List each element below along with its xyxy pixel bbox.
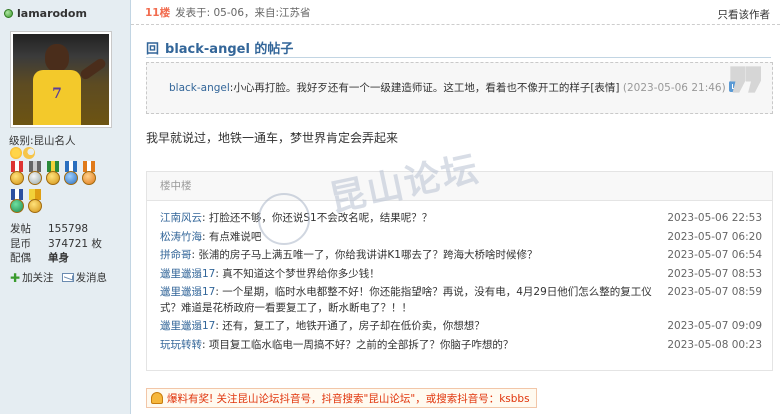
user-level: 级别:昆山名人 bbox=[9, 133, 76, 148]
user-panel: lamarodom 7 级别:昆山名人 发帖 155798 昆币 374721 枚 … bbox=[0, 0, 131, 414]
sub-reply-row: 江南风云: 打脸还不够，你还说S1不会改名呢，结果呢？？ 2023-05-06 … bbox=[160, 211, 762, 227]
stat-coins: 昆币 374721 枚 bbox=[10, 237, 102, 250]
post-info: 发表于: 05-06，来自:江苏省 bbox=[175, 6, 311, 19]
sub-replies-header: 楼中楼 bbox=[147, 172, 772, 201]
sun-icon bbox=[10, 147, 22, 159]
sub-reply-time: 2023-05-07 06:20 bbox=[667, 230, 762, 243]
promo-text: 爆料有奖! 关注昆山论坛抖音号，抖音搜索"昆山论坛"，或搜索抖音号：ksbbs bbox=[167, 392, 530, 405]
medal-icon[interactable] bbox=[45, 161, 61, 187]
sub-reply-row: 邋里邋遢17: 还有，复工了，地铁开通了，房子却在低价卖，你想想？ 2023-0… bbox=[160, 319, 762, 335]
user-name-row: lamarodom bbox=[4, 5, 87, 21]
medal-icon[interactable] bbox=[27, 189, 43, 215]
sub-reply-time: 2023-05-07 09:09 bbox=[667, 320, 762, 332]
sub-reply-row: 玩玩转转: 项目复工临水临电一周搞不好？之前的全部拆了？你脑子咋想的？ 2023… bbox=[160, 338, 762, 354]
sub-reply-time: 2023-05-06 22:53 bbox=[667, 212, 762, 224]
sub-reply-row: 邋里邋遢17: 一个星期，临时水电都整不好！你还能指望啥？再说，没有电，4月29… bbox=[160, 285, 762, 316]
post-header: 11楼 发表于: 05-06，来自:江苏省 只看该作者 bbox=[131, 0, 780, 25]
reply-title: 回 black-angel 的帖子 bbox=[146, 38, 293, 57]
quote-text: :小心再打脸。我好歹还有一个一级建造师证。这工地，看着也不像开工的样子[表情] bbox=[229, 82, 620, 94]
sub-reply-text: : 真不知道这个梦世界给你多少钱！ bbox=[215, 267, 380, 280]
medal-icon[interactable] bbox=[27, 161, 43, 187]
medal-icon[interactable] bbox=[9, 189, 25, 215]
sub-reply-text: : 打脸还不够，你还说S1不会改名呢，结果呢？？ bbox=[202, 212, 433, 224]
sub-reply-row: 邋里邋遢17: 真不知道这个梦世界给你多少钱！ 2023-05-07 08:53 bbox=[160, 267, 762, 283]
avatar[interactable]: 7 bbox=[10, 31, 112, 128]
user-actions: ✚ 加关注 发消息 bbox=[10, 270, 107, 285]
quote-mark-icon: ❞ bbox=[727, 52, 766, 137]
online-status-icon bbox=[4, 8, 13, 18]
sub-reply-time: 2023-05-07 06:54 bbox=[667, 249, 762, 261]
floor-number[interactable]: 11楼 bbox=[145, 5, 170, 20]
sub-reply-text: : 张浦的房子马上满五唯一了，你给我讲讲K1哪去了？跨海大桥啥时候修？ bbox=[191, 249, 538, 261]
sub-reply-text: : 还有，复工了，地铁开通了，房子却在低价卖，你想想？ bbox=[215, 320, 485, 332]
level-label: 级别: bbox=[9, 135, 34, 147]
plus-icon: ✚ bbox=[10, 270, 21, 285]
medal-icon[interactable] bbox=[63, 161, 79, 187]
sub-reply-text: : 有点难说吧 bbox=[202, 230, 262, 243]
stat-posts: 发帖 155798 bbox=[10, 223, 89, 235]
reply-title-prefix: 回 bbox=[146, 42, 160, 57]
divider bbox=[146, 57, 771, 58]
quote-block: black-angel:小心再打脸。我好歹还有一个一级建造师证。这工地，看着也不… bbox=[146, 59, 773, 131]
envelope-icon bbox=[61, 273, 74, 282]
sub-reply-author[interactable]: 邋里邋遢17 bbox=[160, 268, 215, 280]
medal-icon[interactable] bbox=[81, 161, 97, 187]
user-stats: 发帖 155798 昆币 374721 枚 配偶 单身 bbox=[10, 222, 102, 266]
medal-icon[interactable] bbox=[9, 161, 25, 187]
bell-icon bbox=[151, 392, 163, 404]
level-stars bbox=[10, 147, 35, 159]
follow-button[interactable]: ✚ 加关注 bbox=[10, 270, 54, 285]
sub-reply-row: 拼命哥: 张浦的房子马上满五唯一了，你给我讲讲K1哪去了？跨海大桥啥时候修？ 2… bbox=[160, 248, 762, 264]
only-author-link[interactable]: 只看该作者 bbox=[718, 7, 771, 22]
sub-reply-text: : 项目复工临水临电一周搞不好？之前的全部拆了？你脑子咋想的？ bbox=[202, 338, 514, 351]
sub-reply-row: 松涛竹海: 有点难说吧 2023-05-07 06:20 bbox=[160, 230, 762, 246]
sub-reply-author[interactable]: 邋里邋遢17 bbox=[160, 320, 215, 332]
sub-reply-text: : 一个星期，临时水电都整不好！你还能指望啥？再说，没有电，4月29日他们怎么整… bbox=[160, 286, 652, 314]
post-body: 我早就说过，地铁一通车，梦世界肯定会弄起来 bbox=[146, 131, 399, 145]
sub-reply-time: 2023-05-07 08:53 bbox=[667, 267, 762, 280]
sub-replies-list: 江南风云: 打脸还不够，你还说S1不会改名呢，结果呢？？ 2023-05-06 … bbox=[160, 211, 762, 356]
reply-title-text: black-angel 的帖子 bbox=[165, 42, 294, 57]
promo-banner[interactable]: 爆料有奖! 关注昆山论坛抖音号，抖音搜索"昆山论坛"，或搜索抖音号：ksbbs bbox=[146, 388, 537, 408]
sub-replies-box: 楼中楼 江南风云: 打脸还不够，你还说S1不会改名呢，结果呢？？ 2023-05… bbox=[146, 171, 773, 371]
sub-reply-author[interactable]: 玩玩转转 bbox=[160, 339, 202, 351]
moon-icon bbox=[23, 147, 35, 159]
username[interactable]: lamarodom bbox=[17, 7, 87, 20]
sub-reply-author[interactable]: 邋里邋遢17 bbox=[160, 286, 215, 298]
sub-reply-time: 2023-05-07 08:59 bbox=[667, 286, 762, 298]
level-value: 昆山名人 bbox=[33, 135, 76, 147]
sub-reply-time: 2023-05-08 00:23 bbox=[667, 338, 762, 351]
quote-time: (2023-05-06 21:46) bbox=[622, 82, 726, 94]
avatar-image: 7 bbox=[13, 34, 109, 125]
send-message-button[interactable]: 发消息 bbox=[61, 270, 107, 285]
quote-content: black-angel:小心再打脸。我好歹还有一个一级建造师证。这工地，看着也不… bbox=[169, 80, 740, 95]
sub-reply-author[interactable]: 松涛竹海 bbox=[160, 231, 202, 243]
sub-reply-author[interactable]: 拼命哥 bbox=[160, 249, 192, 261]
quote-author-link[interactable]: black-angel bbox=[169, 82, 230, 94]
medal-list bbox=[9, 161, 109, 215]
sub-reply-author[interactable]: 江南风云 bbox=[160, 212, 202, 224]
stat-spouse: 配偶 单身 bbox=[10, 252, 69, 264]
